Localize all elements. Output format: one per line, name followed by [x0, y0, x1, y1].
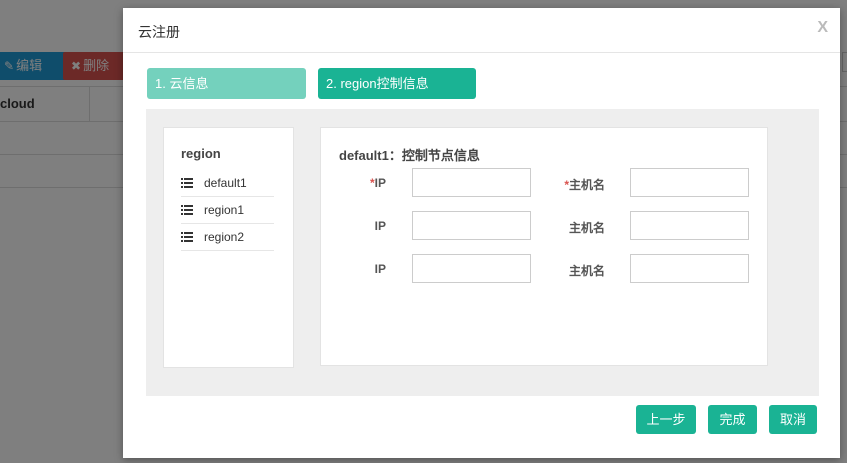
hostname-label-1: *主机名: [564, 178, 605, 192]
ip-label-3: IP: [374, 262, 386, 276]
finish-button[interactable]: 完成: [708, 405, 757, 434]
list-icon: [181, 232, 193, 242]
region-panel: region default1 region1 region2: [163, 127, 294, 368]
previous-step-button[interactable]: 上一步: [636, 405, 696, 434]
region-panel-title: region: [181, 146, 221, 161]
control-node-form: default1：控制节点信息 *IP *主机名 IP 主机名 IP 主机名: [320, 127, 768, 366]
form-title: default1：控制节点信息: [339, 148, 480, 163]
hostname-label-3: 主机名: [568, 264, 605, 278]
step-cloud-info[interactable]: 1. 云信息: [147, 68, 306, 99]
close-button[interactable]: X: [817, 19, 828, 37]
hostname-label-2: 主机名: [568, 221, 605, 235]
modal-header: 云注册 X: [123, 8, 840, 53]
region-item-label: default1: [204, 176, 247, 190]
step-region-control-info[interactable]: 2. region控制信息: [318, 68, 476, 99]
list-icon: [181, 205, 193, 215]
region-item-label: region2: [204, 230, 245, 244]
hostname-input-2[interactable]: [630, 211, 749, 240]
hostname-input-3[interactable]: [630, 254, 749, 283]
ip-label-2: IP: [374, 219, 386, 233]
list-item[interactable]: region2: [181, 224, 274, 251]
ip-input-3[interactable]: [412, 254, 531, 283]
list-item[interactable]: region1: [181, 197, 274, 224]
ip-input-2[interactable]: [412, 211, 531, 240]
modal-title: 云注册: [138, 24, 180, 40]
cloud-register-modal: 云注册 X 1. 云信息 2. region控制信息 region defaul…: [123, 8, 840, 458]
cancel-button[interactable]: 取消: [769, 405, 817, 434]
content-area: region default1 region1 region2 default1…: [146, 109, 819, 396]
region-item-label: region1: [204, 203, 245, 217]
hostname-input-1[interactable]: [630, 168, 749, 197]
region-list: default1 region1 region2: [181, 170, 274, 251]
list-item[interactable]: default1: [181, 170, 274, 197]
list-icon: [181, 178, 193, 188]
ip-input-1[interactable]: [412, 168, 531, 197]
ip-label-1: *IP: [369, 176, 386, 190]
